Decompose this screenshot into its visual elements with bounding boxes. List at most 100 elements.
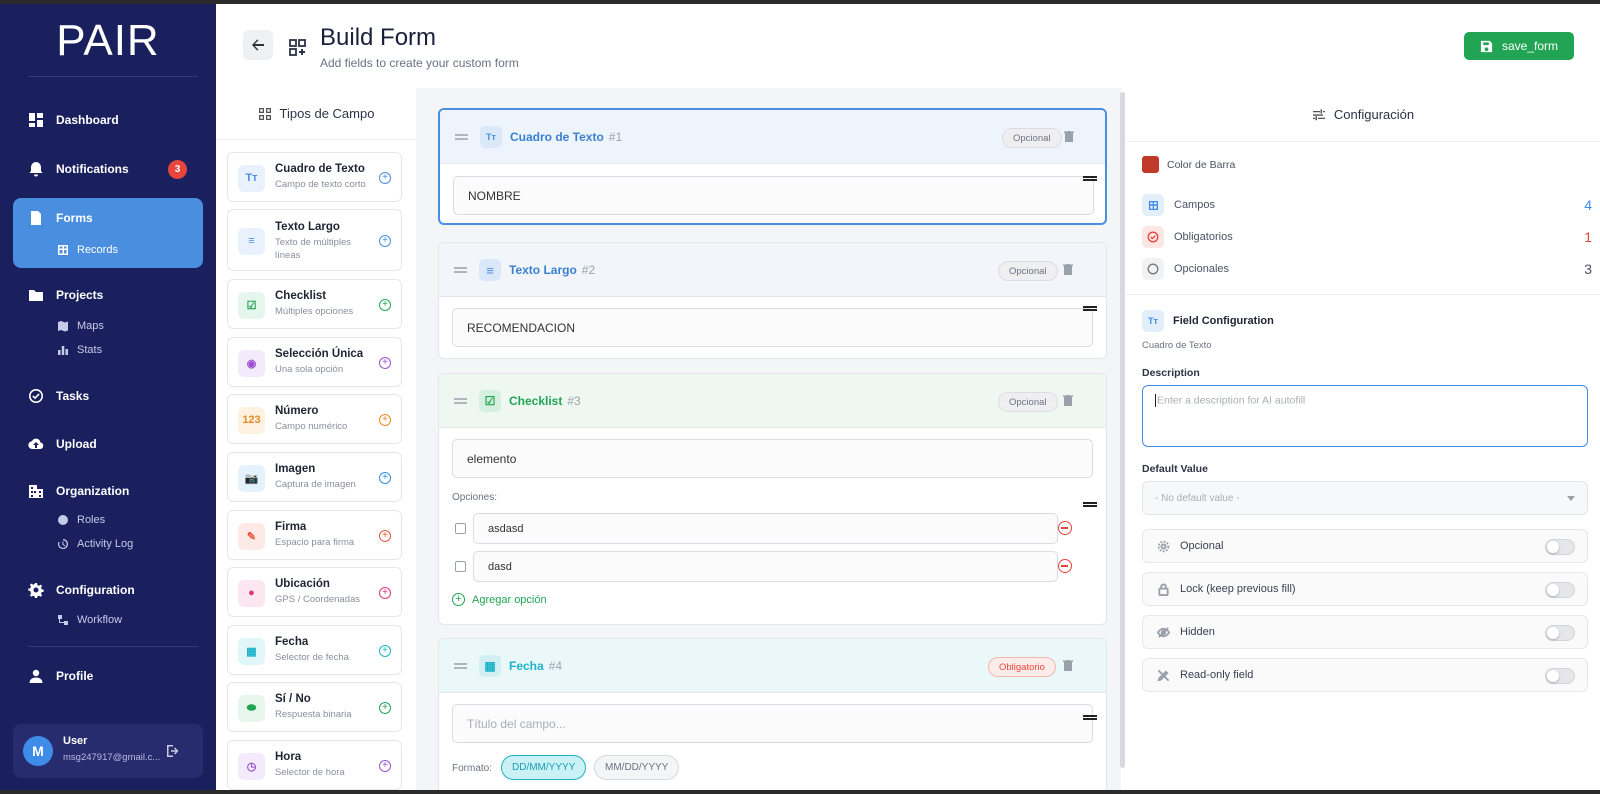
add-field-icon[interactable]: + <box>379 760 391 772</box>
roles-icon <box>58 515 68 525</box>
field-type-item[interactable]: ▦ Fecha Selector de fecha + <box>227 625 402 675</box>
description-textarea[interactable]: Enter a description for AI autofill <box>1142 385 1588 447</box>
required-badge[interactable]: Obligatorio <box>988 657 1056 677</box>
remove-option-icon[interactable] <box>1058 521 1072 535</box>
trash-icon[interactable] <box>1062 263 1074 276</box>
field-type-item[interactable]: Tт Cuadro de Texto Campo de texto corto + <box>227 152 402 202</box>
remove-option-icon[interactable] <box>1058 559 1072 573</box>
sidebar-item-roles[interactable]: Roles <box>57 514 105 526</box>
add-field-icon[interactable]: + <box>379 357 391 369</box>
option-checkbox[interactable] <box>455 523 466 534</box>
canvas-scrollbar[interactable] <box>1120 92 1125 768</box>
format-option-dd-mm-yyyy[interactable]: DD/MM/YYYY <box>501 755 587 780</box>
drag-handle-icon[interactable] <box>454 398 467 404</box>
stat-row-optional: Opcionales 3 <box>1142 258 1592 280</box>
field-type-item[interactable]: ✎ Firma Espacio para firma + <box>227 510 402 560</box>
field-card[interactable]: Tт Cuadro de Texto #1 Opcional NOMBRE <box>438 108 1107 225</box>
sidebar-item-maps[interactable]: Maps <box>57 320 104 332</box>
stat-row-fields: Campos 4 <box>1142 194 1592 216</box>
field-card[interactable]: ≡ Texto Largo #2 Opcional RECOMENDACION <box>438 242 1107 359</box>
sidebar-item-label: Tasks <box>56 389 90 403</box>
field-type-item[interactable]: ☑ Checklist Múltiples opciones + <box>227 279 402 329</box>
readonly-switch[interactable] <box>1545 668 1575 684</box>
gear-icon <box>28 583 44 598</box>
optional-badge[interactable]: Opcional <box>998 261 1058 281</box>
add-field-icon[interactable]: + <box>379 702 391 714</box>
resize-handle-icon[interactable] <box>1083 306 1097 311</box>
sidebar-item-stats[interactable]: Stats <box>57 344 102 356</box>
hidden-switch[interactable] <box>1545 625 1575 641</box>
trash-icon[interactable] <box>1062 394 1074 407</box>
sidebar-item-projects[interactable]: Projects <box>13 277 203 313</box>
add-option-button[interactable]: + Agregar opción <box>452 593 547 606</box>
option-input[interactable]: asdasd <box>473 513 1058 544</box>
sidebar-divider <box>28 76 198 77</box>
logout-icon[interactable] <box>165 743 181 759</box>
sidebar-item-profile[interactable]: Profile <box>13 658 203 694</box>
optional-badge[interactable]: Opcional <box>998 392 1058 412</box>
field-card-number: #2 <box>581 263 596 277</box>
sidebar-item-dashboard[interactable]: Dashboard <box>13 102 203 138</box>
drag-handle-icon[interactable] <box>454 267 467 273</box>
trash-icon[interactable] <box>1062 659 1074 672</box>
sidebar-item-forms[interactable]: Forms <box>13 200 203 236</box>
option-input[interactable]: dasd <box>473 551 1058 582</box>
toggle-row-lock[interactable]: Lock (keep previous fill) <box>1142 572 1588 606</box>
format-option-mm-dd-yyyy[interactable]: MM/DD/YYYY <box>594 755 680 780</box>
option-checkbox[interactable] <box>455 561 466 572</box>
sidebar-item-workflow[interactable]: Workflow <box>57 614 122 626</box>
sidebar-item-tasks[interactable]: Tasks <box>13 378 203 414</box>
sidebar-item-activity-log[interactable]: Activity Log <box>57 538 133 550</box>
back-button[interactable] <box>243 30 273 60</box>
lock-icon <box>1158 582 1169 596</box>
bar-color-row[interactable]: Color de Barra <box>1142 156 1235 173</box>
page-title: Build Form <box>320 24 437 51</box>
toggle-row-hidden[interactable]: Hidden <box>1142 615 1588 649</box>
field-type-item[interactable]: ◷ Hora Selector de hora + <box>227 740 402 790</box>
folder-icon <box>29 290 43 301</box>
add-field-icon[interactable]: + <box>379 530 391 542</box>
sidebar-item-organization[interactable]: Organization <box>13 473 203 509</box>
resize-handle-icon[interactable] <box>1083 715 1097 720</box>
sidebar-item-notifications[interactable]: Notifications 3 <box>13 151 203 187</box>
add-field-icon[interactable]: + <box>379 299 391 311</box>
default-value-select[interactable]: - No default value - <box>1142 481 1588 515</box>
optional-switch[interactable] <box>1545 539 1575 555</box>
field-type-item[interactable]: 123 Número Campo numérico + <box>227 394 402 444</box>
add-option-label: Agregar opción <box>472 593 547 606</box>
toggle-row-optional[interactable]: Opcional <box>1142 529 1588 563</box>
field-title-input[interactable]: elemento <box>452 439 1093 478</box>
resize-handle-icon[interactable] <box>1083 176 1097 181</box>
field-type-item[interactable]: ⬬ Sí / No Respuesta binaria + <box>227 682 402 732</box>
field-type-item[interactable]: ≡ Texto Largo Texto de múltiples líneas + <box>227 209 402 271</box>
field-card[interactable]: ▦ Fecha #4 Obligatorio Título del campo..… <box>438 638 1107 790</box>
add-field-icon[interactable]: + <box>379 235 391 247</box>
field-card[interactable]: ☑ Checklist #3 Opcional elemento Opciones… <box>438 373 1107 625</box>
workflow-icon <box>58 615 68 625</box>
drag-handle-icon[interactable] <box>455 134 468 140</box>
add-field-icon[interactable]: + <box>379 645 391 657</box>
field-type-item[interactable]: ● Ubicación GPS / Coordenadas + <box>227 567 402 617</box>
add-field-icon[interactable]: + <box>379 172 391 184</box>
field-title-input[interactable]: RECOMENDACION <box>452 308 1093 347</box>
toggle-row-readonly[interactable]: Read-only field <box>1142 658 1588 692</box>
field-type-item[interactable]: ◉ Selección Única Una sola opción + <box>227 337 402 387</box>
resize-handle-icon[interactable] <box>1083 502 1097 507</box>
field-title-input[interactable]: Título del campo... <box>452 704 1093 743</box>
add-field-icon[interactable]: + <box>379 414 391 426</box>
add-field-icon[interactable]: + <box>379 472 391 484</box>
drag-handle-icon[interactable] <box>454 663 467 669</box>
toggle-label: Opcional <box>1180 540 1224 552</box>
optional-badge[interactable]: Opcional <box>1002 128 1062 148</box>
lock-switch[interactable] <box>1545 582 1575 598</box>
field-title-input[interactable]: NOMBRE <box>453 176 1094 215</box>
sidebar-item-upload[interactable]: Upload <box>13 426 203 462</box>
sidebar-item-records[interactable]: Records <box>57 244 118 256</box>
color-swatch[interactable] <box>1142 156 1159 173</box>
add-field-icon[interactable]: + <box>379 587 391 599</box>
save-form-button[interactable]: save_form <box>1464 32 1574 60</box>
sidebar-item-configuration[interactable]: Configuration <box>13 572 203 608</box>
trash-icon[interactable] <box>1063 130 1075 143</box>
field-type-item[interactable]: 📷 Imagen Captura de imagen + <box>227 452 402 502</box>
user-card[interactable]: M User msg247917@gmail.c... <box>13 724 203 778</box>
